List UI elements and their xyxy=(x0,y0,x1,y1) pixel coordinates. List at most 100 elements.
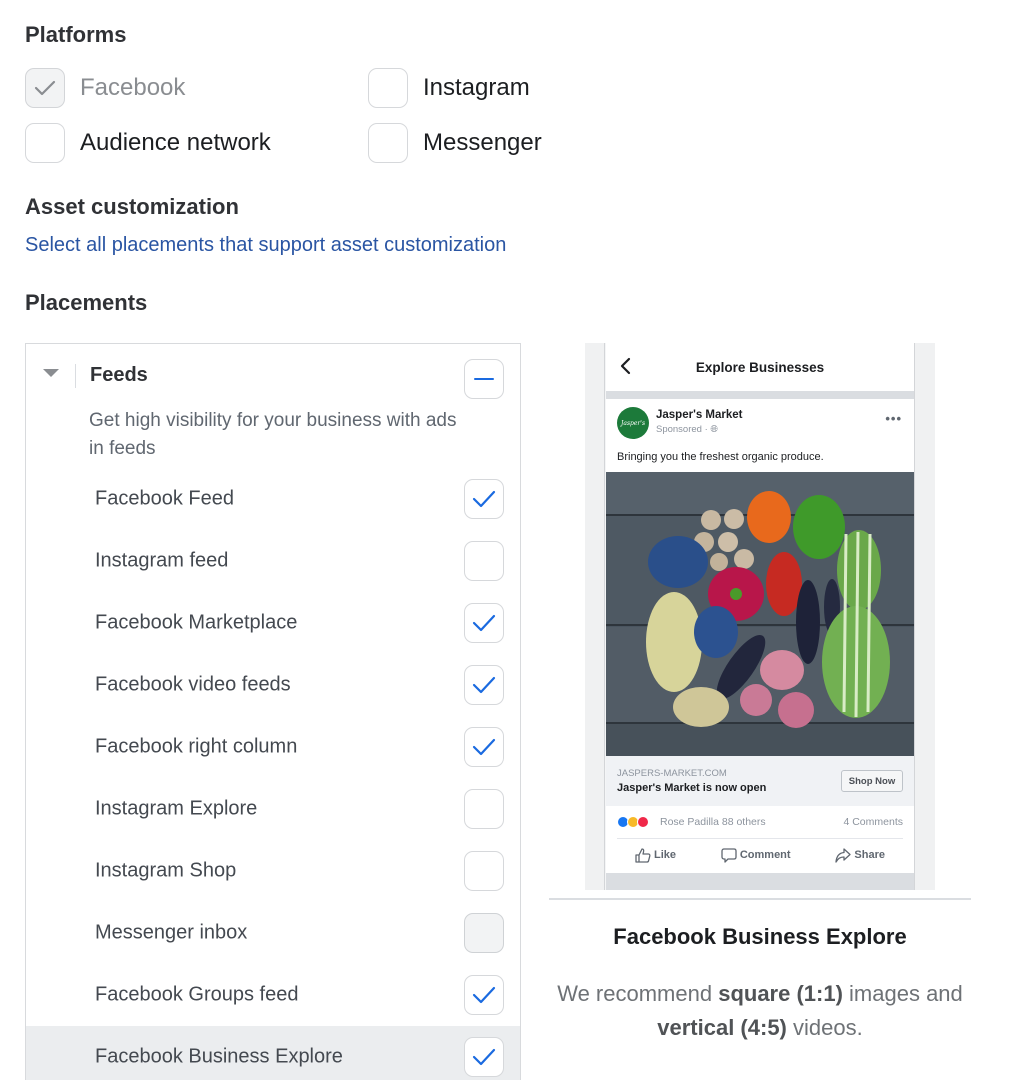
comment-label: Comment xyxy=(739,849,791,861)
placement-row[interactable]: Facebook right column xyxy=(26,716,520,778)
desc-text: images and xyxy=(842,981,963,1006)
cta-bar: JASPERS-MARKET.COM Jasper's Market is no… xyxy=(606,756,914,806)
phone-bezel xyxy=(914,343,935,890)
page-avatar: Jasper's xyxy=(617,407,649,439)
platform-messenger-checkbox[interactable]: Messenger xyxy=(368,122,542,164)
platform-instagram-checkbox[interactable]: Instagram xyxy=(368,67,530,109)
desc-text: videos. xyxy=(786,1015,863,1040)
asset-customization-title: Asset customization xyxy=(25,194,239,219)
feeds-group-title: Feeds xyxy=(90,364,148,386)
placement-checkbox[interactable] xyxy=(464,603,504,643)
like-label: Like xyxy=(654,849,677,861)
select-asset-customization-link[interactable]: Select all placements that support asset… xyxy=(25,234,506,257)
placements-panel: Feeds Get high visibility for your busin… xyxy=(25,343,521,1080)
globe-icon: 🌐︎ xyxy=(710,424,719,435)
cta-url: JASPERS-MARKET.COM xyxy=(617,768,727,779)
platform-label: Messenger xyxy=(423,129,542,156)
phone-screen: Explore Businesses Jasper's Jasper's Mar… xyxy=(606,343,914,890)
share-label: Share xyxy=(854,849,885,861)
share-arrow-icon xyxy=(835,847,852,863)
comment-bubble-icon xyxy=(721,847,737,863)
desc-bold-square: square (1:1) xyxy=(718,981,843,1006)
sponsored-text: Sponsored · xyxy=(656,424,711,435)
placement-checkbox[interactable] xyxy=(464,727,504,767)
preview-nav-title: Explore Businesses xyxy=(695,360,825,375)
more-options-icon[interactable]: ••• xyxy=(885,411,902,426)
love-reaction-icon xyxy=(637,816,649,828)
check-icon xyxy=(34,80,56,96)
check-icon xyxy=(472,738,496,756)
placement-row[interactable]: Facebook video feeds xyxy=(26,654,520,716)
placement-row[interactable]: Instagram Shop xyxy=(26,840,520,902)
placement-row[interactable]: Messenger inbox xyxy=(26,902,520,964)
placement-label: Instagram Explore xyxy=(95,797,258,820)
like-action[interactable]: Like xyxy=(635,844,676,866)
divider xyxy=(75,364,76,388)
placement-label: Facebook right column xyxy=(95,735,298,758)
post-text: Bringing you the freshest organic produc… xyxy=(617,451,824,463)
placement-label: Messenger inbox xyxy=(95,921,248,944)
placement-row[interactable]: Instagram Explore xyxy=(26,778,520,840)
placement-label: Facebook Business Explore xyxy=(95,1045,343,1068)
reactions-text: Rose Padilla 88 others xyxy=(660,816,766,828)
reactions-bar: Rose Padilla 88 others 4 Comments xyxy=(617,814,903,839)
platform-audience-network-checkbox[interactable]: Audience network xyxy=(25,122,271,164)
comments-count[interactable]: 4 Comments xyxy=(843,816,903,828)
preview-nav-bar: Explore Businesses xyxy=(606,343,914,391)
collapse-caret-icon[interactable] xyxy=(43,369,59,377)
reaction-icons xyxy=(617,816,649,828)
platforms-title: Platforms xyxy=(25,22,127,47)
checkbox[interactable] xyxy=(368,68,408,108)
preview-recommendation: We recommend square (1:1) images and ver… xyxy=(549,977,971,1045)
thumbs-up-icon xyxy=(635,847,651,863)
placement-checkbox[interactable] xyxy=(464,913,504,953)
placement-row[interactable]: Facebook Groups feed xyxy=(26,964,520,1026)
feeds-group-description: Get high visibility for your business wi… xyxy=(89,410,457,459)
placement-row[interactable]: Instagram feed xyxy=(26,530,520,592)
placement-checkbox[interactable] xyxy=(464,541,504,581)
placement-label: Facebook video feeds xyxy=(95,673,291,696)
platform-label: Audience network xyxy=(80,129,271,156)
check-icon xyxy=(472,1048,496,1066)
placements-title: Placements xyxy=(25,290,148,315)
platform-label: Facebook xyxy=(80,74,186,101)
placement-checkbox[interactable] xyxy=(464,851,504,891)
comment-action[interactable]: Comment xyxy=(721,844,791,866)
feeds-group-header: Feeds xyxy=(26,344,520,410)
placement-label: Facebook Marketplace xyxy=(95,611,298,634)
check-icon xyxy=(472,676,496,694)
page-name: Jasper's Market xyxy=(656,409,743,421)
platform-facebook-checkbox[interactable]: Facebook xyxy=(25,67,185,109)
check-icon xyxy=(472,614,496,632)
vegetables-photo-icon xyxy=(606,472,914,756)
desc-bold-vertical: vertical (4:5) xyxy=(657,1015,787,1040)
sponsored-label: Sponsored · 🌐︎ xyxy=(656,424,718,435)
placement-row[interactable]: Facebook Business Explore xyxy=(26,1026,520,1080)
post-actions: Like Comment Share xyxy=(617,844,903,866)
placement-checkbox[interactable] xyxy=(464,1037,504,1077)
checkbox[interactable] xyxy=(25,123,65,163)
share-action[interactable]: Share xyxy=(835,844,885,866)
indeterminate-icon xyxy=(474,377,494,381)
placement-label: Facebook Feed xyxy=(95,487,234,510)
check-icon xyxy=(472,490,496,508)
check-icon xyxy=(472,986,496,1004)
preview-divider xyxy=(549,898,971,900)
placement-label: Instagram Shop xyxy=(95,859,237,882)
platform-label: Instagram xyxy=(423,74,530,101)
preview-placement-title: Facebook Business Explore xyxy=(613,924,907,949)
feeds-group-checkbox[interactable] xyxy=(464,359,504,399)
placement-label: Instagram feed xyxy=(95,549,229,572)
placement-row[interactable]: Facebook Marketplace xyxy=(26,592,520,654)
shop-now-button[interactable]: Shop Now xyxy=(841,770,903,792)
placement-checkbox[interactable] xyxy=(464,479,504,519)
placement-row[interactable]: Facebook Feed xyxy=(26,468,520,530)
placement-checkbox[interactable] xyxy=(464,975,504,1015)
checkbox[interactable] xyxy=(25,68,65,108)
desc-text: We recommend xyxy=(557,981,719,1006)
placement-checkbox[interactable] xyxy=(464,665,504,705)
checkbox[interactable] xyxy=(368,123,408,163)
placement-checkbox[interactable] xyxy=(464,789,504,829)
ad-post: Jasper's Jasper's Market Sponsored · 🌐︎ … xyxy=(606,399,914,873)
ad-preview-phone: Explore Businesses Jasper's Jasper's Mar… xyxy=(585,343,935,890)
